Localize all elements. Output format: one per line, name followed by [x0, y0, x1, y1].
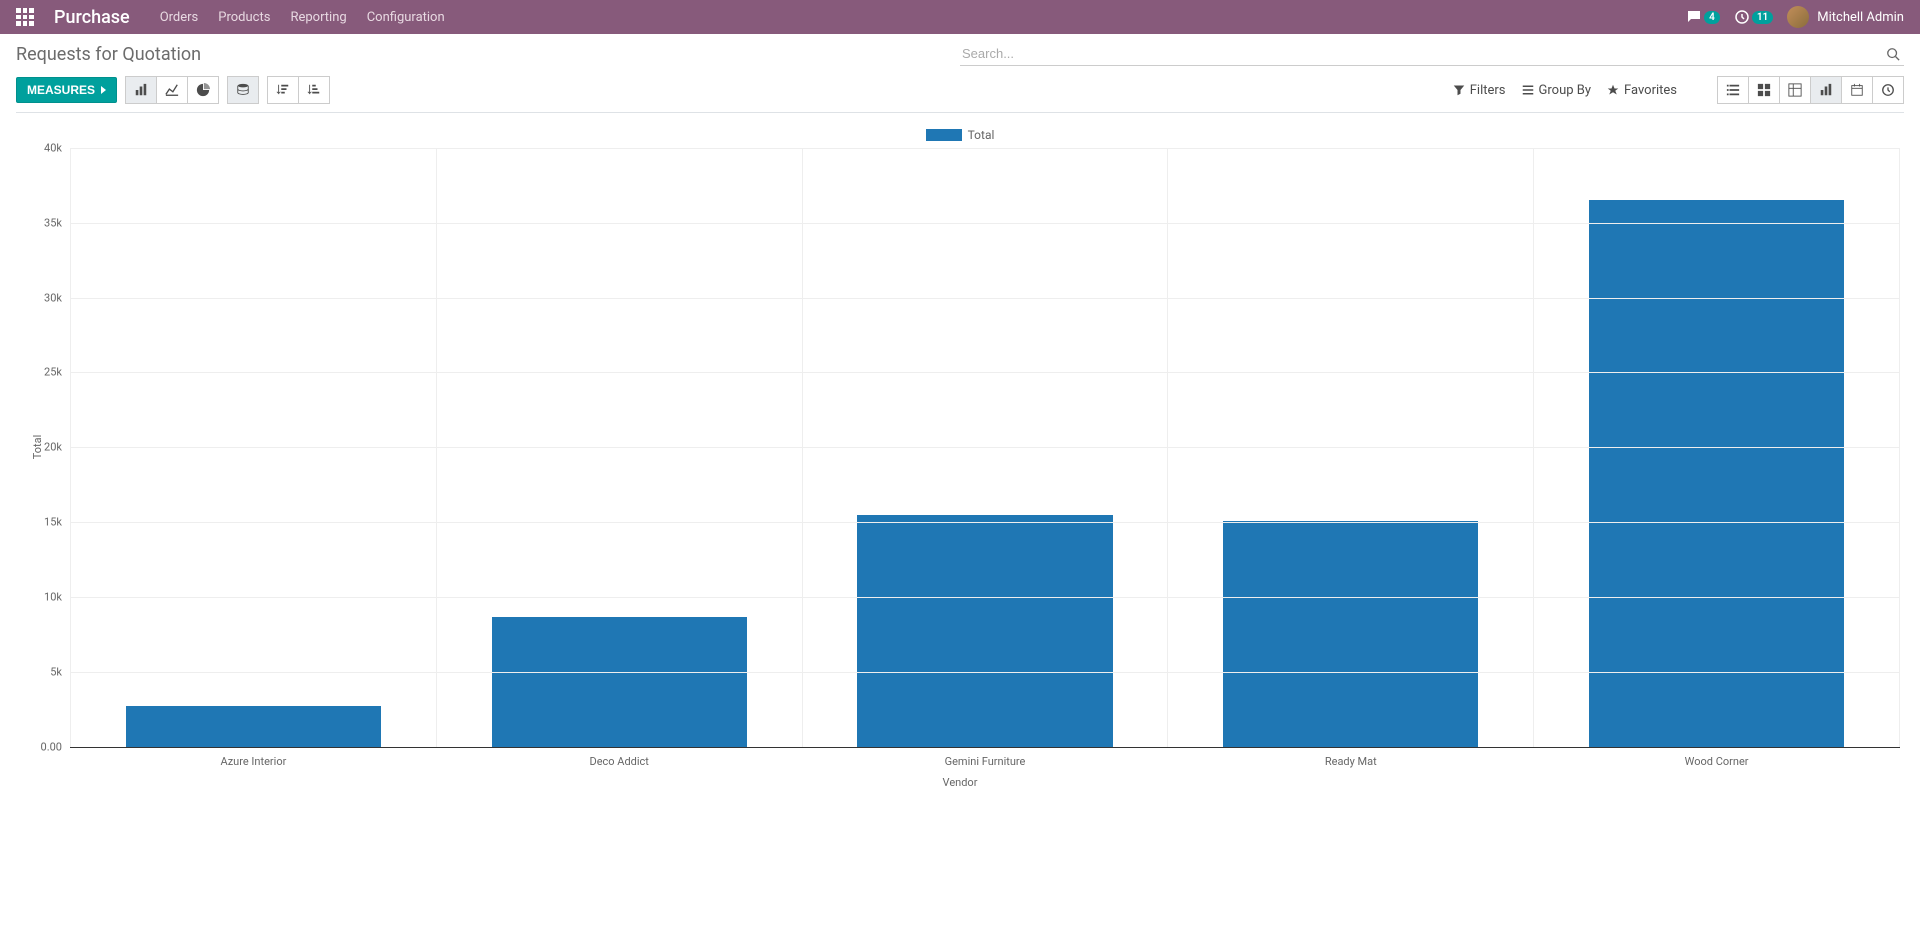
- plot-area: Total Azure InteriorDeco AddictGemini Fu…: [70, 148, 1900, 748]
- apps-icon[interactable]: [16, 8, 34, 26]
- activities-button[interactable]: 11: [1734, 9, 1773, 25]
- line-chart-button[interactable]: [157, 76, 188, 104]
- search-bar: [960, 42, 1904, 66]
- search-input[interactable]: [960, 42, 1882, 65]
- gridline: [70, 223, 1900, 224]
- avatar: [1787, 6, 1809, 28]
- gridline: [70, 597, 1900, 598]
- measures-button[interactable]: MEASURES: [16, 77, 117, 103]
- gridline: [70, 522, 1900, 523]
- x-tick: Ready Mat: [1168, 747, 1533, 768]
- caret-icon: [101, 86, 106, 94]
- user-menu[interactable]: Mitchell Admin: [1787, 6, 1904, 28]
- chart-legend: Total: [20, 127, 1900, 142]
- legend-label: Total: [968, 128, 995, 142]
- y-tick: 20k: [44, 441, 70, 454]
- y-tick: 30k: [44, 291, 70, 304]
- top-nav: Purchase Orders Products Reporting Confi…: [0, 0, 1920, 34]
- app-title: Purchase: [54, 7, 130, 28]
- chart-bar[interactable]: [492, 617, 747, 747]
- view-list-button[interactable]: [1717, 76, 1749, 104]
- chart-container: Total Total Azure InteriorDeco AddictGem…: [0, 117, 1920, 809]
- user-name: Mitchell Admin: [1817, 10, 1904, 25]
- gridline: [70, 447, 1900, 448]
- x-tick: Gemini Furniture: [803, 747, 1168, 768]
- x-tick: Deco Addict: [437, 747, 802, 768]
- nav-orders[interactable]: Orders: [160, 10, 199, 25]
- x-tick: Wood Corner: [1534, 747, 1899, 768]
- x-tick: Azure Interior: [71, 747, 436, 768]
- y-tick: 35k: [44, 216, 70, 229]
- view-calendar-button[interactable]: [1842, 76, 1873, 104]
- legend-swatch: [926, 129, 962, 141]
- messages-badge: 4: [1704, 11, 1720, 24]
- view-activity-button[interactable]: [1873, 76, 1904, 104]
- breadcrumb: Requests for Quotation: [16, 44, 201, 65]
- nav-products[interactable]: Products: [218, 10, 270, 25]
- y-tick: 5k: [50, 665, 70, 678]
- chart-bar[interactable]: [1589, 200, 1844, 747]
- chart-bar[interactable]: [126, 706, 381, 746]
- search-icon[interactable]: [1882, 43, 1904, 65]
- activities-badge: 11: [1752, 11, 1773, 24]
- pie-chart-button[interactable]: [188, 76, 219, 104]
- view-graph-button[interactable]: [1811, 76, 1842, 104]
- control-panel: Requests for Quotation MEASURES: [0, 34, 1920, 117]
- chart-bar[interactable]: [857, 515, 1112, 747]
- nav-configuration[interactable]: Configuration: [367, 10, 445, 25]
- groupby-button[interactable]: Group By: [1522, 83, 1592, 98]
- y-axis-label: Total: [31, 435, 44, 460]
- stacked-button[interactable]: [227, 76, 259, 104]
- gridline: [70, 148, 1900, 149]
- y-tick: 10k: [44, 591, 70, 604]
- filters-button[interactable]: Filters: [1453, 83, 1506, 98]
- favorites-button[interactable]: Favorites: [1607, 83, 1677, 98]
- sort-desc-button[interactable]: [267, 76, 299, 104]
- gridline: [70, 298, 1900, 299]
- y-tick: 25k: [44, 366, 70, 379]
- view-kanban-button[interactable]: [1749, 76, 1780, 104]
- nav-reporting[interactable]: Reporting: [290, 10, 346, 25]
- view-pivot-button[interactable]: [1780, 76, 1811, 104]
- x-axis-label: Vendor: [20, 776, 1900, 789]
- gridline: [70, 672, 1900, 673]
- y-tick: 0.00: [41, 740, 70, 753]
- messages-button[interactable]: 4: [1686, 9, 1720, 25]
- sort-asc-button[interactable]: [299, 76, 330, 104]
- bar-chart-button[interactable]: [125, 76, 157, 104]
- chart-bar[interactable]: [1223, 521, 1478, 747]
- nav-links: Orders Products Reporting Configuration: [160, 10, 445, 25]
- y-tick: 40k: [44, 141, 70, 154]
- gridline: [70, 372, 1900, 373]
- y-tick: 15k: [44, 516, 70, 529]
